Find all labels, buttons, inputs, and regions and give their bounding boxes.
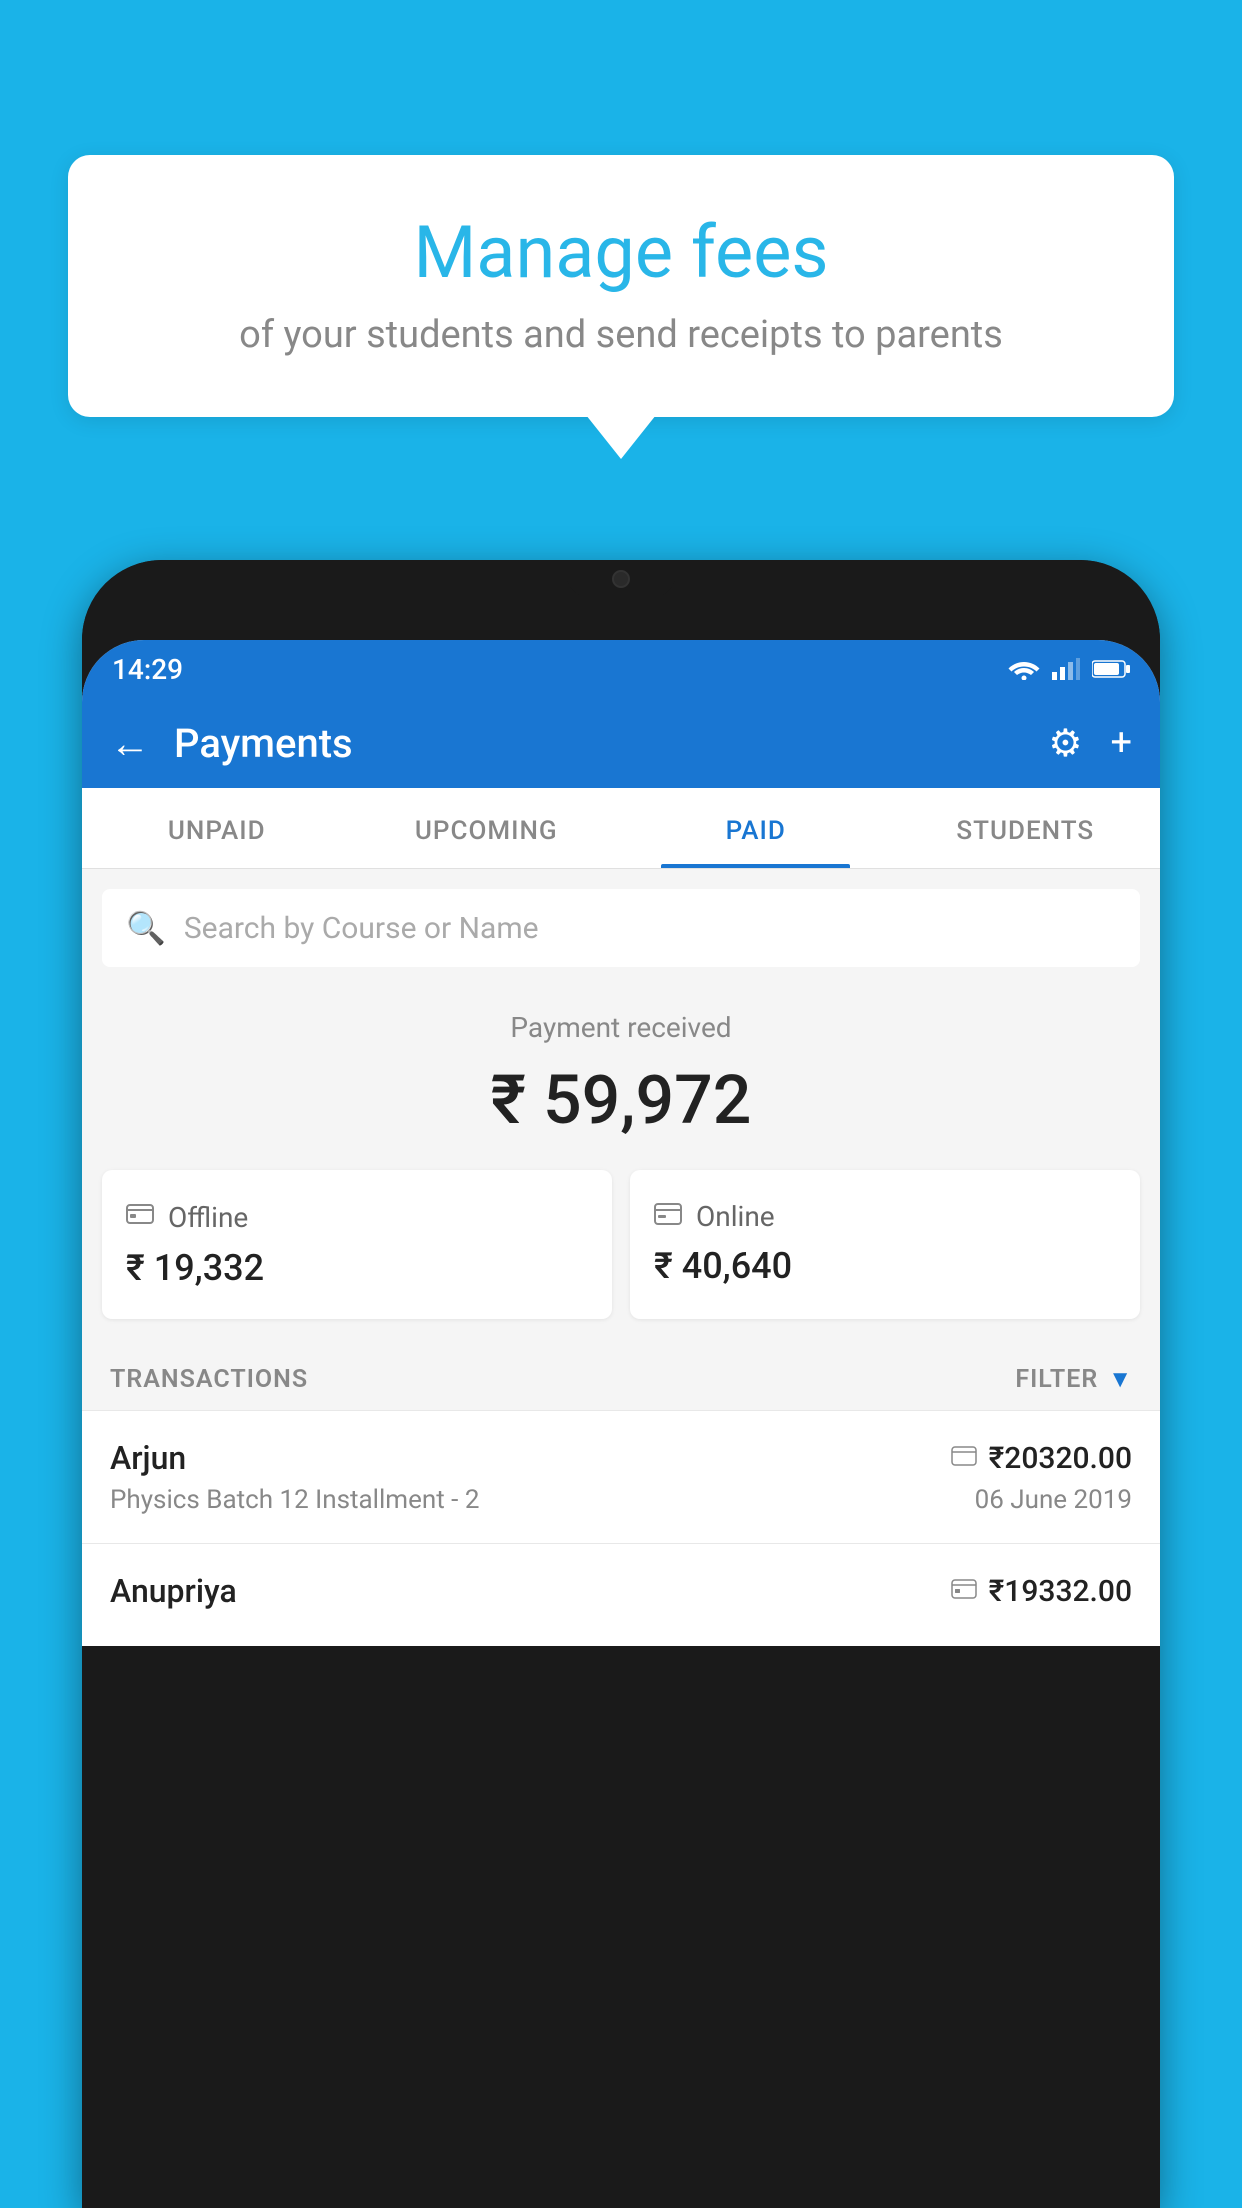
offline-card: Offline ₹ 19,332 xyxy=(102,1170,612,1319)
offline-icon xyxy=(126,1200,154,1235)
status-time: 14:29 xyxy=(112,653,183,686)
transactions-header: TRANSACTIONS FILTER ▼ xyxy=(82,1347,1160,1410)
transaction-arjun-icon xyxy=(951,1443,977,1473)
offline-amount: ₹ 19,332 xyxy=(126,1247,588,1289)
online-card: Online ₹ 40,640 xyxy=(630,1170,1140,1319)
tab-paid[interactable]: PAID xyxy=(621,788,891,868)
transaction-arjun[interactable]: Arjun ₹20320.00 Physics Batch 12 Install… xyxy=(82,1410,1160,1543)
search-bar[interactable]: 🔍 Search by Course or Name xyxy=(102,889,1140,967)
status-bar: 14:29 xyxy=(82,640,1160,698)
settings-button[interactable]: ⚙ xyxy=(1048,721,1082,766)
payment-received-section: Payment received ₹ 59,972 xyxy=(82,967,1160,1170)
offline-card-top: Offline xyxy=(126,1200,588,1235)
header-icons: ⚙ + xyxy=(1048,721,1132,766)
transaction-arjun-desc: Physics Batch 12 Installment - 2 xyxy=(110,1485,479,1515)
status-icons xyxy=(1008,658,1130,680)
header-title: Payments xyxy=(174,720,1024,767)
transaction-arjun-bottom: Physics Batch 12 Installment - 2 06 June… xyxy=(110,1485,1132,1515)
wifi-icon xyxy=(1008,658,1040,680)
search-input[interactable]: Search by Course or Name xyxy=(184,911,539,946)
filter-icon: ▼ xyxy=(1108,1365,1132,1394)
bubble-title: Manage fees xyxy=(128,210,1114,295)
payment-cards: Offline ₹ 19,332 Online xyxy=(82,1170,1160,1347)
signal-icon xyxy=(1052,658,1080,680)
offline-label: Offline xyxy=(168,1201,248,1234)
transaction-anupriya-amount-row: ₹19332.00 xyxy=(951,1574,1132,1609)
add-button[interactable]: + xyxy=(1110,721,1132,765)
filter-label: FILTER xyxy=(1015,1365,1098,1394)
transaction-anupriya-top: Anupriya ₹19332.00 xyxy=(110,1572,1132,1610)
payment-received-amount: ₹ 59,972 xyxy=(102,1060,1140,1140)
payment-received-label: Payment received xyxy=(102,1011,1140,1044)
phone-frame: 14:29 xyxy=(82,560,1160,2208)
online-icon xyxy=(654,1202,682,1232)
camera xyxy=(612,570,630,588)
transaction-anupriya-icon xyxy=(951,1576,977,1606)
app-content: 🔍 Search by Course or Name Payment recei… xyxy=(82,869,1160,1646)
speech-bubble: Manage fees of your students and send re… xyxy=(68,155,1174,417)
transaction-arjun-amount: ₹20320.00 xyxy=(989,1441,1132,1476)
battery-icon xyxy=(1092,659,1130,679)
transaction-arjun-name: Arjun xyxy=(110,1439,186,1477)
transaction-arjun-amount-row: ₹20320.00 xyxy=(951,1441,1132,1476)
tab-students[interactable]: STUDENTS xyxy=(891,788,1161,868)
transaction-anupriya-name: Anupriya xyxy=(110,1572,237,1610)
phone-screen: 14:29 xyxy=(82,640,1160,1646)
tab-upcoming[interactable]: UPCOMING xyxy=(352,788,622,868)
back-button[interactable]: ← xyxy=(110,720,150,767)
transactions-label: TRANSACTIONS xyxy=(110,1365,308,1394)
bubble-subtitle: of your students and send receipts to pa… xyxy=(128,313,1114,357)
filter-section[interactable]: FILTER ▼ xyxy=(1015,1365,1132,1394)
app-header: ← Payments ⚙ + xyxy=(82,698,1160,788)
transaction-anupriya-amount: ₹19332.00 xyxy=(989,1574,1132,1609)
search-icon: 🔍 xyxy=(126,909,166,947)
phone-notch xyxy=(566,560,676,598)
online-label: Online xyxy=(696,1200,775,1233)
transaction-arjun-top: Arjun ₹20320.00 xyxy=(110,1439,1132,1477)
online-amount: ₹ 40,640 xyxy=(654,1245,1116,1287)
online-card-top: Online xyxy=(654,1200,1116,1233)
phone-top xyxy=(82,560,1160,640)
tabs-bar: UNPAID UPCOMING PAID STUDENTS xyxy=(82,788,1160,869)
transaction-arjun-date: 06 June 2019 xyxy=(975,1485,1132,1515)
transaction-anupriya[interactable]: Anupriya ₹19332.00 xyxy=(82,1543,1160,1646)
tab-unpaid[interactable]: UNPAID xyxy=(82,788,352,868)
